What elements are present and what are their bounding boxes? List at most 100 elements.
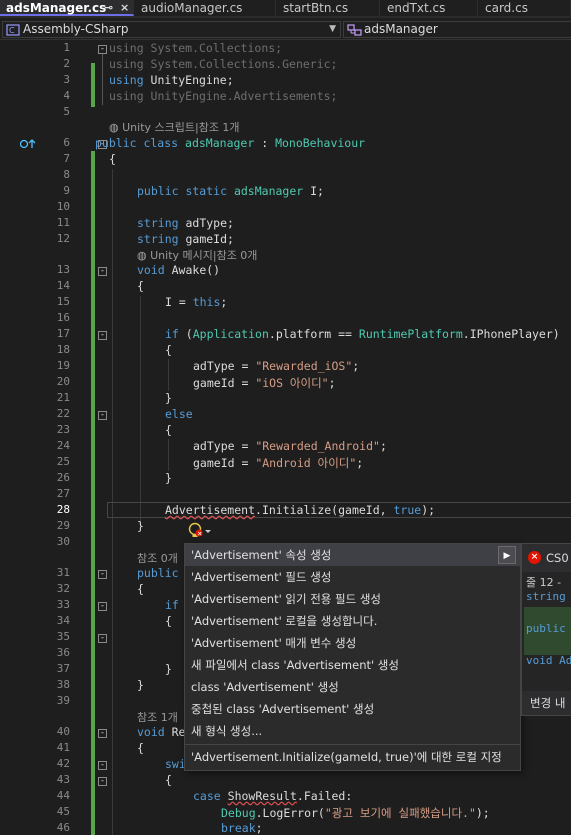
preview-changes-link[interactable]: 변경 내 (522, 691, 571, 715)
submenu-arrow-icon[interactable]: ▶ (498, 546, 516, 564)
codelens-method-40[interactable]: 참조 1개 (137, 709, 178, 725)
tab-label: card.cs (485, 1, 528, 15)
preview-code-line: string (526, 590, 566, 603)
fold-toggle[interactable]: - (98, 570, 107, 579)
fold-toggle[interactable]: - (98, 331, 107, 340)
quick-action-item[interactable]: 중첩된 class 'Advertisement' 생성 (185, 698, 520, 720)
keyword: void (137, 725, 165, 739)
fold-toggle[interactable]: - (98, 267, 107, 276)
line-number: 23 (56, 423, 70, 436)
code-line-37: } (165, 662, 172, 676)
keyword: true (393, 503, 422, 517)
code-line-15: I = this; (165, 295, 227, 309)
tab-label: endTxt.cs (387, 1, 446, 15)
keyword: using (109, 41, 144, 55)
line-number: 30 (56, 535, 70, 548)
quick-action-item[interactable]: 새 파일에서 class 'Advertisement' 생성 (185, 654, 520, 676)
codelens-text: Unity 메시지|참조 0개 (150, 249, 258, 262)
code-text: ( (178, 327, 193, 341)
quick-action-item[interactable]: 새 형식 생성... (185, 720, 520, 742)
fold-toggle[interactable]: - (98, 729, 107, 738)
tab-label: startBtn.cs (283, 1, 349, 15)
fold-toggle[interactable]: - (98, 602, 107, 611)
line-number: 24 (56, 439, 70, 452)
error-token[interactable]: ShowResult (228, 789, 297, 803)
code-text: { (137, 279, 144, 293)
line-number: 34 (56, 614, 70, 627)
tab-card[interactable]: card.cs (479, 0, 571, 16)
change-marker (91, 151, 95, 835)
quick-action-item[interactable]: 'Advertisement' 매개 변수 생성 (185, 632, 520, 654)
quick-action-label: 'Advertisement' 필드 생성 (191, 570, 332, 584)
keyword: using (109, 89, 144, 103)
quick-action-item[interactable]: 'Advertisement' 속성 생성 ▶ (185, 544, 520, 566)
codelens-text: Unity 스크립트|참조 1개 (122, 121, 240, 134)
quick-action-label: 'Advertisement' 읽기 전용 필드 생성 (191, 592, 382, 606)
quick-action-label: 중첩된 class 'Advertisement' 생성 (191, 702, 375, 716)
code-line-46: break; (221, 821, 263, 835)
line-number: 28 (56, 503, 70, 516)
keyword: break (221, 821, 256, 835)
code-line-42: swi (165, 757, 186, 771)
line-number: 20 (56, 375, 70, 388)
quick-action-item[interactable]: 'Advertisement' 읽기 전용 필드 생성 (185, 588, 520, 610)
keyword: public static (137, 184, 228, 198)
code-line-2: using System.Collections.Generic; (109, 57, 338, 71)
code-text: System.Collections.Generic; (143, 57, 338, 71)
code-line-28: Advertisement.Initialize(gameId, true); (165, 503, 435, 517)
chevron-down-icon: ▼ (329, 24, 336, 34)
quick-action-label: 'Advertisement.Initialize(gameId, true)'… (191, 750, 502, 764)
csharp-project-icon: C (6, 24, 20, 36)
line-number: 33 (56, 598, 70, 611)
code-text: ); (421, 503, 436, 517)
code-text: Re (164, 725, 186, 739)
codelens-awake[interactable]: ◍ Unity 메시지|참조 0개 (137, 247, 257, 263)
indent-guide (140, 296, 141, 526)
code-line-19: adType = "Rewarded_iOS"; (193, 359, 359, 373)
fold-toggle[interactable]: - (98, 45, 107, 54)
error-token[interactable]: Advertisement (165, 503, 255, 517)
code-line-24: adType = "Rewarded_Android"; (193, 439, 387, 453)
codelens-class[interactable]: ◍ Unity 스크립트|참조 1개 (109, 119, 240, 135)
line-number: 10 (56, 200, 70, 213)
fold-toggle[interactable]: - (98, 411, 107, 420)
quick-action-item[interactable]: class 'Advertisement' 생성 (185, 676, 520, 698)
code-text: : (254, 136, 276, 150)
line-number: 35 (56, 630, 70, 643)
line-number: 11 (56, 216, 70, 229)
code-text: ; (379, 439, 387, 453)
indent-guide (168, 439, 169, 471)
quick-action-item[interactable]: 'Advertisement' 필드 생성 (185, 566, 520, 588)
code-text: ; (328, 376, 336, 390)
code-text: ); (475, 806, 490, 820)
quick-action-label: 'Advertisement' 속성 생성 (191, 548, 332, 562)
quick-action-item[interactable]: 'Advertisement' 로컬을 생성합니다. (185, 610, 520, 632)
fold-toggle[interactable]: - (98, 634, 107, 643)
preview-header: × CS0 (522, 544, 571, 572)
tab-startbtn[interactable]: startBtn.cs (277, 0, 380, 16)
code-line-14: { (137, 279, 144, 293)
pin-icon[interactable]: ⊸ (104, 0, 113, 16)
code-text: UnityEngine.Advertisements; (143, 89, 338, 103)
tab-endtxt[interactable]: endTxt.cs (381, 0, 478, 16)
quick-actions-menu: 'Advertisement' 속성 생성 ▶ 'Advertisement' 필… (184, 543, 521, 771)
line-number: 43 (56, 773, 70, 786)
fold-toggle[interactable]: - (98, 777, 107, 786)
quick-actions-trigger[interactable]: × (186, 522, 214, 540)
bookmark-up-icon[interactable] (20, 139, 38, 149)
project-dropdown[interactable]: C Assembly-CSharp ▼ (2, 21, 341, 38)
keyword: using (109, 57, 144, 71)
tab-audiomanager[interactable]: audioManager.cs (135, 0, 276, 16)
class-dropdown[interactable]: adsManager (343, 21, 571, 38)
class-icon (347, 24, 362, 36)
tab-adsmanager[interactable]: adsManager.cs ⊸ × (0, 0, 134, 16)
code-text: } (165, 471, 172, 485)
line-number: 9 (63, 184, 70, 197)
close-icon[interactable]: × (120, 0, 129, 16)
fold-toggle[interactable]: - (98, 761, 107, 770)
codelens-method-31[interactable]: 참조 0개 (137, 550, 178, 566)
code-line-3: using UnityEngine; (109, 73, 234, 87)
code-text: { (137, 741, 144, 755)
project-name: Assembly-CSharp (23, 22, 129, 36)
quick-action-item[interactable]: 'Advertisement.Initialize(gameId, true)'… (185, 746, 520, 768)
